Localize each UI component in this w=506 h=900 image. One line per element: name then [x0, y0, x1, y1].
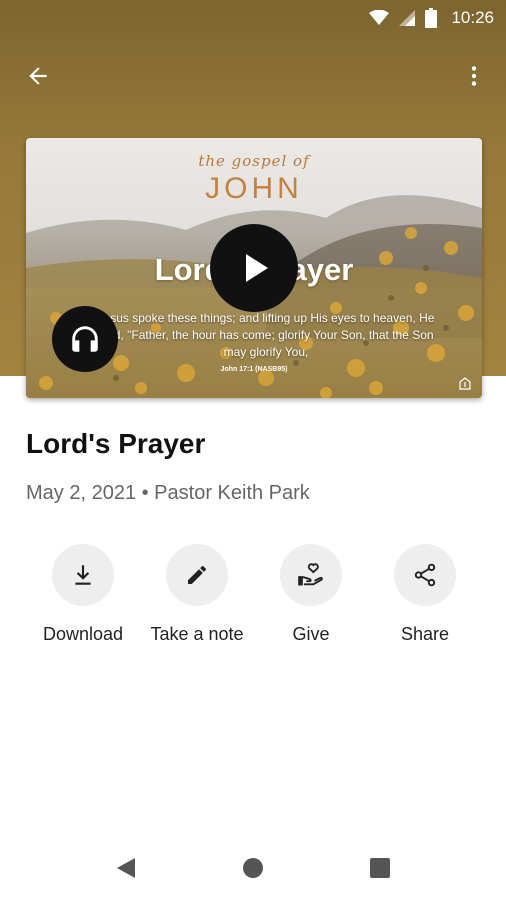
- nav-recents-button[interactable]: [368, 856, 392, 880]
- take-note-label: Take a note: [150, 624, 244, 644]
- nav-recents-icon: [370, 858, 390, 878]
- status-bar: 10:26: [0, 0, 506, 36]
- take-note-action[interactable]: Take a note: [137, 544, 257, 645]
- sermon-title: Lord's Prayer: [26, 428, 206, 459]
- church-logo-icon: [459, 377, 471, 390]
- series-kicker: the gospel of: [198, 152, 310, 170]
- headphones-icon: [72, 326, 98, 352]
- download-icon: [75, 565, 91, 585]
- status-time: 10:26: [451, 8, 494, 27]
- share-action[interactable]: Share: [365, 544, 485, 645]
- signal-icon: [399, 10, 416, 26]
- nav-back-icon: [117, 858, 135, 878]
- app-bar: [0, 48, 506, 100]
- download-button[interactable]: [52, 544, 114, 606]
- give-action[interactable]: Give: [251, 544, 371, 645]
- battery-icon: [425, 8, 438, 28]
- action-row: Download Take a note Give Share: [0, 544, 506, 654]
- artwork-verse: Jesus spoke these things; and lifting up…: [97, 311, 435, 359]
- nav-back-button[interactable]: [114, 856, 138, 880]
- more-options-button[interactable]: [456, 58, 492, 94]
- download-label: Download: [42, 624, 124, 644]
- download-action[interactable]: Download: [23, 544, 143, 645]
- give-hand-heart-icon: [298, 563, 323, 586]
- wifi-icon: [369, 10, 390, 26]
- take-note-button[interactable]: [166, 544, 228, 606]
- share-icon: [414, 563, 436, 587]
- system-navigation-bar: [0, 836, 506, 900]
- nav-home-icon: [243, 858, 263, 878]
- series-name: JOHN: [205, 172, 303, 205]
- back-button[interactable]: [20, 58, 56, 94]
- give-label: Give: [292, 624, 330, 644]
- play-button[interactable]: [210, 224, 298, 312]
- give-button[interactable]: [280, 544, 342, 606]
- share-label: Share: [400, 624, 450, 644]
- play-icon: [246, 254, 268, 282]
- more-vert-icon: [471, 66, 477, 86]
- arrow-back-icon: [29, 67, 47, 85]
- sermon-date-speaker: May 2, 2021 • Pastor Keith Park: [26, 482, 310, 504]
- audio-button[interactable]: [52, 306, 118, 372]
- share-button[interactable]: [394, 544, 456, 606]
- pencil-icon: [188, 565, 207, 584]
- nav-home-button[interactable]: [241, 856, 265, 880]
